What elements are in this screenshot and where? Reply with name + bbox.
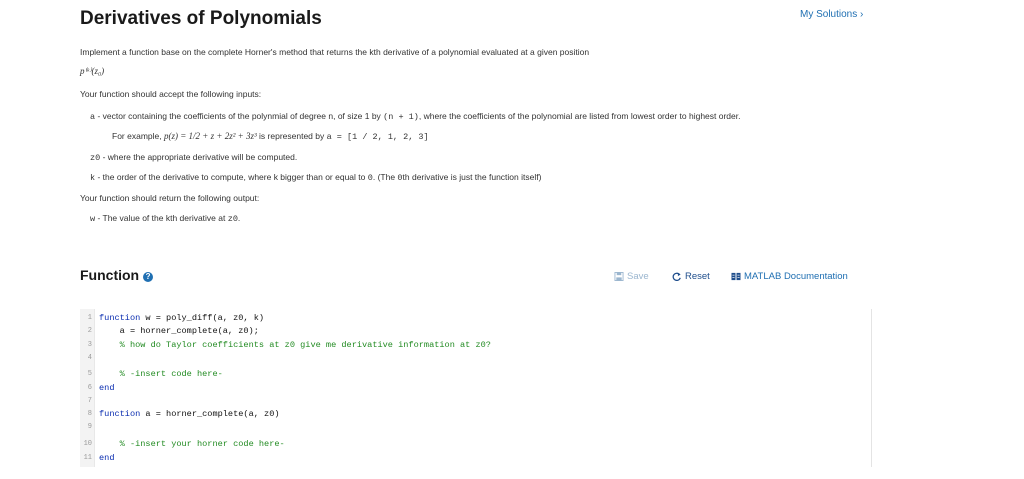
code-text: % how do Taylor coefficients at z0 give … xyxy=(99,339,491,351)
code-text: a = horner_complete(a, z0); xyxy=(99,326,259,336)
keyword: end xyxy=(99,383,115,393)
keyword: function xyxy=(99,313,141,323)
my-solutions-link[interactable]: My Solutions › xyxy=(800,9,863,20)
inputs-header: Your function should accept the followin… xyxy=(80,89,262,99)
comment: % -insert code here- xyxy=(119,369,223,379)
code-text: function w = poly_diff(a, z0, k) xyxy=(99,313,265,323)
line-number: 8 xyxy=(87,410,92,418)
code-editor[interactable]: 1 function w = poly_diff(a, z0, k) 2 a = h… xyxy=(80,309,872,467)
output-header: Your function should return the followin… xyxy=(80,193,260,203)
reset-button[interactable]: Reset xyxy=(672,271,710,282)
line-number: 5 xyxy=(87,370,92,378)
line-number: 7 xyxy=(87,397,92,405)
comment: % -insert your horner code here- xyxy=(119,439,285,449)
code-text: end xyxy=(99,452,114,464)
line-number: 2 xyxy=(87,327,92,335)
example-line: For example, p(z) = 1/2 + z + 2z² + 3z³ … xyxy=(112,131,429,142)
line-number: 3 xyxy=(87,341,92,349)
input-a-description: a - vector containing the coefficients o… xyxy=(90,111,741,122)
keyword: end xyxy=(99,453,115,463)
code-text: % -insert code here- xyxy=(99,368,223,380)
line-number: 6 xyxy=(87,384,92,392)
example-code: a = [1 / 2, 1, 2, 3] xyxy=(326,132,429,142)
derivative-formula: p⁽ᵏ⁾(z₀) xyxy=(80,66,105,76)
line-number: 11 xyxy=(83,454,92,462)
size-code: (n + 1) xyxy=(383,112,419,122)
input-k-description: k - the order of the derivative to compu… xyxy=(90,172,542,183)
documentation-icon xyxy=(731,272,741,281)
page-title: Derivatives of Polynomials xyxy=(80,8,322,29)
function-section-title: Function? xyxy=(80,267,154,283)
keyword: function xyxy=(99,409,141,419)
code-text: % -insert your horner code here- xyxy=(99,438,285,450)
help-icon[interactable]: ? xyxy=(143,272,154,282)
save-icon xyxy=(614,272,624,281)
save-button[interactable]: Save xyxy=(614,271,649,282)
example-polynomial: p(z) = 1/2 + z + 2z² + 3z³ xyxy=(163,131,257,141)
problem-intro: Implement a function base on the complet… xyxy=(80,47,590,57)
input-z0-description: z0 - where the appropriate derivative wi… xyxy=(90,152,298,163)
var-z0: z0 xyxy=(90,153,101,163)
code-text: function a = horner_complete(a, z0) xyxy=(99,409,280,419)
code-text: end xyxy=(99,382,114,394)
line-number: 10 xyxy=(83,440,92,448)
line-number: 4 xyxy=(87,354,92,362)
output-w-description: w - The value of the kth derivative at z… xyxy=(90,213,241,224)
reset-icon xyxy=(672,272,681,281)
comment: % how do Taylor coefficients at z0 give … xyxy=(119,340,491,350)
line-number: 1 xyxy=(87,314,92,322)
matlab-documentation-link[interactable]: MATLAB Documentation xyxy=(731,271,848,282)
line-number: 9 xyxy=(87,423,92,431)
